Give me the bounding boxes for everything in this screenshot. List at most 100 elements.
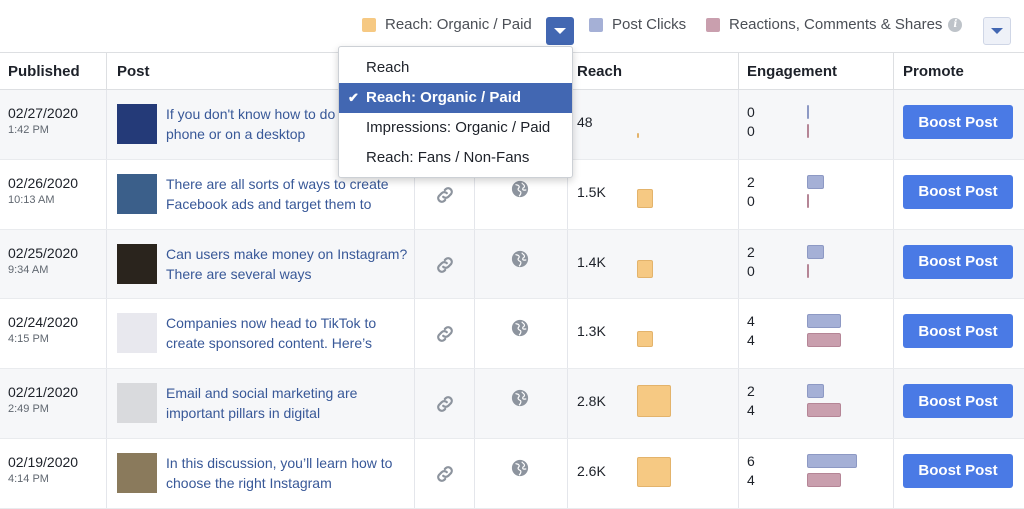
reach-swatch — [362, 17, 376, 32]
legend-reach-label: Reach: Organic / Paid — [385, 16, 532, 33]
boost-post-button[interactable]: Boost Post — [903, 174, 1013, 209]
column-promote: Promote — [903, 63, 964, 80]
reach-bar — [637, 133, 639, 138]
clicks-value: 4 — [747, 313, 755, 330]
menu-item[interactable]: Reach — [339, 53, 572, 83]
menu-item-label: Reach: Fans / Non-Fans — [366, 149, 530, 166]
reactions-bar — [807, 472, 841, 487]
post-link[interactable]: There are all sorts of ways to create Fa… — [166, 174, 411, 214]
menu-item[interactable]: Impressions: Organic / Paid — [339, 113, 572, 143]
published-time: 2:49 PM — [8, 403, 49, 416]
clicks-bar — [807, 384, 824, 399]
reactions-value: 4 — [747, 471, 755, 488]
reach-bar — [637, 330, 653, 348]
post-link[interactable]: Can users make money on Instagram? There… — [166, 244, 411, 284]
clicks-value: 2 — [747, 173, 755, 190]
menu-item-label: Impressions: Organic / Paid — [366, 119, 551, 136]
reactions-bar — [807, 403, 841, 418]
published-time: 4:15 PM — [8, 333, 49, 346]
clicks-bar — [807, 174, 824, 189]
post-link[interactable]: Companies now head to TikTok to create s… — [166, 313, 411, 353]
published-date: 02/25/2020 — [8, 244, 79, 261]
column-reach[interactable]: Reach — [569, 53, 622, 90]
post-thumbnail[interactable] — [117, 243, 157, 284]
boost-post-button[interactable]: Boost Post — [903, 314, 1013, 349]
post-thumbnail[interactable] — [117, 104, 157, 144]
reactions-value: 4 — [747, 402, 755, 419]
link-icon — [434, 254, 456, 276]
engagement-dropdown-button[interactable] — [983, 17, 1011, 45]
reactions-value: 0 — [747, 262, 755, 279]
reach-value: 1.3K — [577, 323, 606, 340]
legend-reach: Reach: Organic / Paid — [362, 16, 532, 33]
clicks-value: 2 — [747, 383, 755, 400]
reach-value: 2.8K — [577, 393, 606, 410]
reactions-value: 4 — [747, 332, 755, 349]
clicks-bar — [807, 453, 857, 468]
reach-value: 2.6K — [577, 462, 606, 479]
reactions-swatch — [706, 17, 720, 32]
post-link[interactable]: Email and social marketing are important… — [166, 383, 411, 423]
clicks-value: 6 — [747, 452, 755, 469]
menu-item-label: Reach — [366, 59, 410, 76]
legend-clicks-label: Post Clicks — [612, 16, 687, 33]
post-thumbnail[interactable] — [117, 173, 157, 214]
reactions-bar — [807, 333, 841, 348]
column-published[interactable]: Published — [0, 53, 80, 90]
chart-legend-bar: Reach: Organic / Paid Post Clicks Reacti… — [0, 0, 1024, 52]
reach-bar — [637, 385, 671, 418]
reach-bar — [637, 188, 653, 208]
menu-item[interactable]: Reach: Fans / Non-Fans — [339, 143, 572, 173]
published-time: 4:14 PM — [8, 472, 49, 485]
post-thumbnail[interactable] — [117, 313, 157, 354]
boost-post-button[interactable]: Boost Post — [903, 105, 1013, 139]
globe-icon — [511, 319, 529, 337]
legend-reactions: Reactions, Comments & Shares i — [706, 16, 963, 33]
link-icon — [434, 323, 456, 345]
globe-icon — [511, 180, 529, 198]
clicks-bar — [807, 314, 841, 329]
reach-value: 48 — [577, 114, 593, 130]
published-date: 02/26/2020 — [8, 174, 79, 191]
published-date: 02/24/2020 — [8, 314, 79, 331]
info-icon[interactable]: i — [948, 17, 963, 32]
metric-dropdown-menu: Reach ✔ Reach: Organic / Paid Impressions: … — [338, 46, 573, 178]
chevron-down-icon — [554, 28, 566, 34]
reach-value: 1.4K — [577, 253, 606, 270]
legend-post-clicks: Post Clicks — [589, 16, 686, 33]
reactions-bar — [807, 193, 809, 208]
reach-bar — [637, 259, 653, 278]
link-icon — [434, 184, 456, 206]
globe-icon — [511, 250, 529, 268]
check-icon: ✔ — [348, 90, 359, 105]
column-engagement[interactable]: Engagement — [739, 53, 837, 90]
reactions-value: 0 — [747, 123, 755, 139]
boost-post-button[interactable]: Boost Post — [903, 384, 1013, 419]
globe-icon — [511, 459, 529, 477]
clicks-value: 0 — [747, 104, 755, 120]
clicks-bar — [807, 244, 824, 259]
chevron-down-icon — [991, 28, 1003, 34]
link-icon — [434, 393, 456, 415]
reactions-value: 0 — [747, 192, 755, 209]
published-time: 1:42 PM — [8, 124, 49, 136]
reactions-bar — [807, 263, 809, 278]
post-thumbnail[interactable] — [117, 383, 157, 424]
reactions-bar — [807, 124, 809, 138]
clicks-bar — [807, 105, 809, 119]
metric-dropdown-button[interactable] — [546, 17, 574, 45]
published-time: 10:13 AM — [8, 193, 55, 206]
boost-post-button[interactable]: Boost Post — [903, 453, 1013, 488]
legend-reactions-label: Reactions, Comments & Shares — [729, 16, 943, 33]
menu-item[interactable]: ✔ Reach: Organic / Paid — [339, 83, 572, 113]
post-link[interactable]: In this discussion, you’ll learn how to … — [166, 453, 411, 493]
reach-value: 1.5K — [577, 183, 606, 200]
column-post[interactable]: Post — [109, 53, 150, 90]
reach-bar — [637, 456, 671, 487]
boost-post-button[interactable]: Boost Post — [903, 244, 1013, 279]
post-thumbnail[interactable] — [117, 452, 157, 493]
clicks-swatch — [589, 17, 603, 32]
published-date: 02/19/2020 — [8, 453, 79, 470]
clicks-value: 2 — [747, 243, 755, 260]
link-icon — [434, 463, 456, 485]
